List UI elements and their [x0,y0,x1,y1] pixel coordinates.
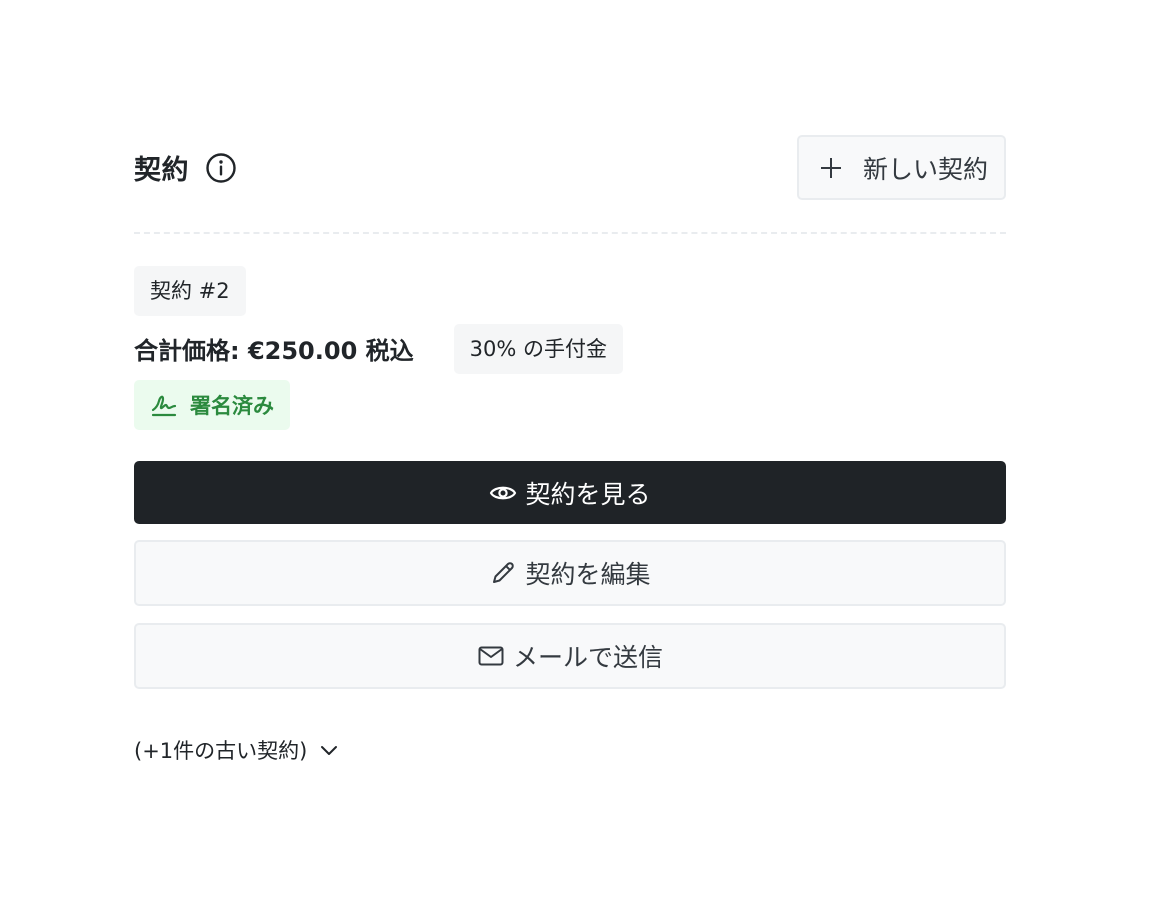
send-email-label: メールで送信 [512,643,663,672]
eye-icon [489,479,517,507]
new-contract-button[interactable]: 新しい契約 [796,135,1006,200]
section-title: 契約 [134,155,189,186]
older-contracts-label: (+1件の古い契約) [134,739,308,763]
edit-contract-label: 契約を編集 [525,560,651,589]
total-price: 合計価格: €250.00 税込 [134,337,414,365]
view-contract-button[interactable]: 契約を見る [134,461,1006,524]
section-divider [134,232,1006,234]
deposit-badge: 30% の手付金 [453,323,623,374]
title-wrap: 契約 [134,148,237,187]
view-contract-label: 契約を見る [525,479,651,509]
send-email-button[interactable]: メールで送信 [134,623,1006,689]
plus-icon [819,156,843,180]
older-contracts-toggle[interactable]: (+1件の古い契約) [134,735,339,765]
edit-contract-button[interactable]: 契約を編集 [134,540,1006,606]
contracts-header: 契約 新しい契約 [134,134,1006,201]
mail-icon [477,642,505,670]
signed-status-badge: 署名済み [134,380,290,430]
chevron-down-icon [319,740,339,760]
info-icon[interactable] [205,152,237,184]
signature-icon [150,391,178,419]
contract-number-badge: 契約 #2 [134,266,246,316]
contracts-panel: 契約 新しい契約 契約 #2 合計価格: €250.00 税込 30% の手付金… [134,134,1006,765]
signed-label: 署名済み [190,394,274,418]
new-contract-label: 新しい契約 [862,154,988,184]
pencil-icon [489,559,517,587]
price-row: 合計価格: €250.00 税込 30% の手付金 [134,323,1006,374]
